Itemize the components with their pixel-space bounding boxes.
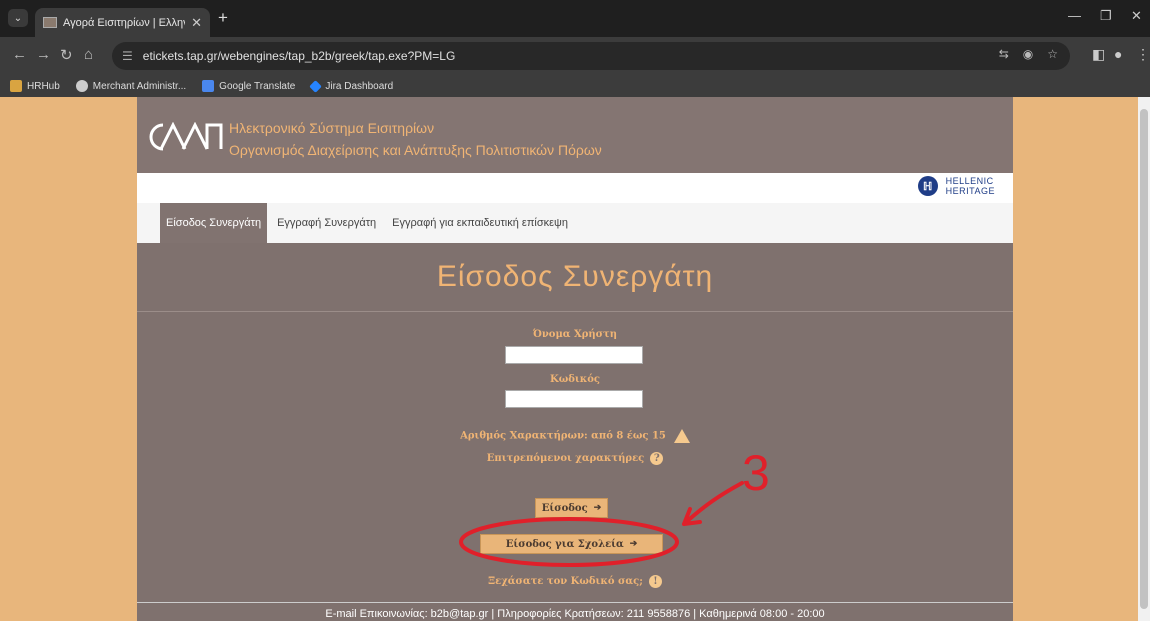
url-text: etickets.tap.gr/webengines/tap_b2b/greek… xyxy=(142,49,456,63)
forgot-password-text: Ξεχάσατε τον Κωδικό σας; xyxy=(488,576,643,587)
login-form: Όνομα Χρήστη Κωδικός Αριθμός Χαρακτήρων:… xyxy=(137,312,1013,603)
eye-off-icon[interactable]: ◉ xyxy=(1023,47,1033,61)
tab-search-button[interactable]: ⌄ xyxy=(8,9,28,27)
sign-in-icon: ➔ xyxy=(593,503,602,513)
header-organization-title: Οργανισμός Διαχείρισης και Ανάπτυξης Πολ… xyxy=(229,142,602,158)
login-button[interactable]: Είσοδος ➔ xyxy=(535,498,608,518)
bookmark-label: Jira Dashboard xyxy=(325,80,394,92)
forward-icon[interactable]: → xyxy=(36,46,51,63)
minimize-icon[interactable]: — xyxy=(1068,8,1081,23)
browser-tab-bar: ⌄ Αγορά Εισιτηρίων | Ελληνικοί Α ✕ + — ❐… xyxy=(0,0,1150,37)
warning-icon xyxy=(673,429,690,443)
close-tab-icon[interactable]: ✕ xyxy=(191,15,202,31)
site-info-icon[interactable]: ☰ xyxy=(122,49,133,63)
login-button-label: Είσοδος xyxy=(541,502,588,514)
sign-in-icon: ➔ xyxy=(629,539,638,549)
reload-icon[interactable]: ↻ xyxy=(60,46,73,64)
allowed-chars-text: Επιτρεπόμενοι χαρακτήρες xyxy=(486,453,645,464)
globe-icon xyxy=(75,80,88,92)
translate-icon[interactable]: ⇆ xyxy=(999,47,1009,61)
site-footer: E-mail Επικοινωνίας: b2b@tap.gr | Πληροφ… xyxy=(137,603,1013,621)
bookmark-hrhub[interactable]: HRHub xyxy=(10,80,60,92)
translate-icon xyxy=(202,80,215,92)
page-content: Ηλεκτρονικό Σύστημα Εισιτηρίων Οργανισμό… xyxy=(137,97,1013,621)
browser-tab[interactable]: Αγορά Εισιτηρίων | Ελληνικοί Α ✕ xyxy=(35,8,210,37)
username-input[interactable] xyxy=(505,346,643,364)
site-favicon-icon xyxy=(43,17,57,28)
password-input[interactable] xyxy=(505,390,643,408)
school-login-button-label: Είσοδος για Σχολεία xyxy=(505,538,624,550)
bookmark-label: Merchant Administr... xyxy=(92,80,187,92)
allowed-chars: Επιτρεπόμενοι χαρακτήρες? xyxy=(137,452,1013,465)
forgot-password-link[interactable]: Ξεχάσατε τον Κωδικό σας;! xyxy=(137,575,1013,588)
odap-logo xyxy=(149,122,223,151)
brand-line1: HELLENIC xyxy=(945,176,994,186)
bookmark-label: Google Translate xyxy=(219,80,296,92)
bookmark-merchant[interactable]: Merchant Administr... xyxy=(75,80,187,92)
page-title: Είσοδος Συνεργάτη xyxy=(436,260,714,293)
folder-icon xyxy=(10,80,22,92)
back-icon[interactable]: ← xyxy=(12,46,27,63)
hellenic-heritage-logo: ℍ HELLENIC HERITAGE xyxy=(917,176,995,196)
profile-icon[interactable]: ● xyxy=(1114,46,1122,62)
home-icon[interactable]: ⌂ xyxy=(84,46,93,63)
info-exclamation-icon: ! xyxy=(648,575,662,588)
brand-bar: ℍ HELLENIC HERITAGE xyxy=(137,173,1013,203)
site-nav: Είσοδος Συνεργάτη Εγγραφή Συνεργάτη Εγγρ… xyxy=(137,203,1013,243)
browser-toolbar: ← → ↻ ⌂ ☰ etickets.tap.gr/webengines/tap… xyxy=(0,37,1150,75)
bookmark-label: HRHub xyxy=(27,80,60,92)
menu-icon[interactable]: ⋮ xyxy=(1136,46,1150,63)
site-header: Ηλεκτρονικό Σύστημα Εισιτηρίων Οργανισμό… xyxy=(137,97,1013,173)
bookmark-star-icon[interactable]: ☆ xyxy=(1047,47,1058,61)
address-bar[interactable]: ☰ etickets.tap.gr/webengines/tap_b2b/gre… xyxy=(112,42,1070,70)
school-login-button[interactable]: Είσοδος για Σχολεία ➔ xyxy=(480,534,663,554)
scrollbar-thumb[interactable] xyxy=(1140,109,1148,609)
close-window-icon[interactable]: ✕ xyxy=(1131,8,1142,24)
hellenic-heritage-icon: ℍ xyxy=(917,176,938,196)
bookmarks-bar: HRHub Merchant Administr... Google Trans… xyxy=(0,75,1150,97)
question-icon[interactable]: ? xyxy=(650,452,664,465)
chars-note: Αριθμός Χαρακτήρων: από 8 έως 15 xyxy=(137,429,1013,443)
new-tab-button[interactable]: + xyxy=(218,8,228,28)
chars-note-text: Αριθμός Χαρακτήρων: από 8 έως 15 xyxy=(460,430,666,442)
page-scrollbar[interactable] xyxy=(1138,97,1150,621)
restore-icon[interactable]: ❐ xyxy=(1100,8,1112,24)
side-panel-icon[interactable]: ◧ xyxy=(1092,46,1105,63)
jira-icon xyxy=(309,79,323,93)
tab-partner-login[interactable]: Είσοδος Συνεργάτη xyxy=(160,203,268,243)
header-system-title: Ηλεκτρονικό Σύστημα Εισιτηρίων xyxy=(229,120,435,136)
title-banner: Είσοδος Συνεργάτη xyxy=(137,243,1013,312)
bookmark-google-translate[interactable]: Google Translate xyxy=(202,80,295,92)
username-label: Όνομα Χρήστη xyxy=(532,329,618,340)
bookmark-jira[interactable]: Jira Dashboard xyxy=(309,79,394,93)
password-label: Κωδικός xyxy=(550,374,600,385)
tab-partner-register[interactable]: Εγγραφή Συνεργάτη xyxy=(271,203,382,243)
tab-title: Αγορά Εισιτηρίων | Ελληνικοί Α xyxy=(63,16,185,29)
brand-line2: HERITAGE xyxy=(945,186,995,196)
tab-school-visit-register[interactable]: Εγγραφή για εκπαιδευτική επίσκεψη xyxy=(386,203,574,243)
